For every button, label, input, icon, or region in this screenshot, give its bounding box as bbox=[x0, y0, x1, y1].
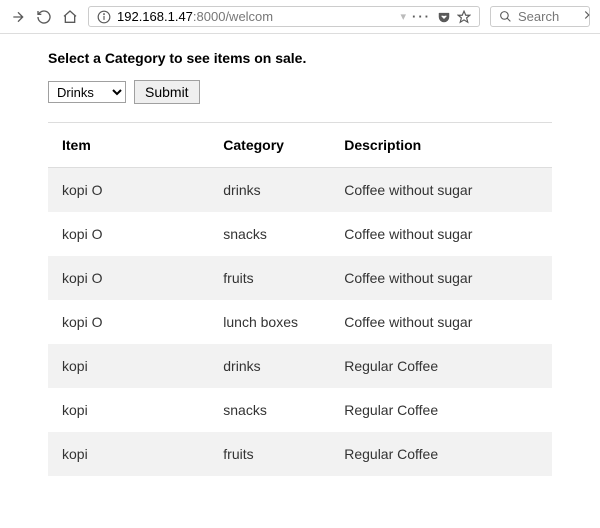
cell-category: drinks bbox=[209, 344, 330, 388]
table-header-row: Item Category Description bbox=[48, 123, 552, 168]
table-row: kopi fruits Regular Coffee bbox=[48, 432, 552, 476]
url-bar[interactable]: 192.168.1.47:8000/welcom ▾ ··· bbox=[88, 6, 480, 27]
table-row: kopi O snacks Coffee without sugar bbox=[48, 212, 552, 256]
cell-category: lunch boxes bbox=[209, 300, 330, 344]
url-ip: 192.168.1.47 bbox=[117, 9, 193, 24]
cell-description: Regular Coffee bbox=[330, 344, 552, 388]
table-row: kopi O fruits Coffee without sugar bbox=[48, 256, 552, 300]
category-select[interactable]: Drinks bbox=[48, 81, 126, 103]
cell-item: kopi bbox=[48, 388, 209, 432]
search-placeholder: Search bbox=[518, 9, 559, 24]
cell-item: kopi O bbox=[48, 256, 209, 300]
url-rest: :8000/welcom bbox=[193, 9, 273, 24]
table-row: kopi drinks Regular Coffee bbox=[48, 344, 552, 388]
cell-item: kopi bbox=[48, 344, 209, 388]
cell-description: Coffee without sugar bbox=[330, 300, 552, 344]
col-header-item: Item bbox=[48, 123, 209, 168]
col-header-category: Category bbox=[209, 123, 330, 168]
cell-description: Regular Coffee bbox=[330, 388, 552, 432]
page-heading: Select a Category to see items on sale. bbox=[48, 50, 552, 66]
cell-item: kopi O bbox=[48, 168, 209, 213]
browser-toolbar: 192.168.1.47:8000/welcom ▾ ··· Search bbox=[0, 0, 600, 34]
cell-category: fruits bbox=[209, 432, 330, 476]
chevron-down-icon[interactable]: ▾ bbox=[400, 10, 406, 23]
cell-category: snacks bbox=[209, 212, 330, 256]
cell-description: Regular Coffee bbox=[330, 432, 552, 476]
cell-category: snacks bbox=[209, 388, 330, 432]
table-row: kopi snacks Regular Coffee bbox=[48, 388, 552, 432]
table-body: kopi O drinks Coffee without sugar kopi … bbox=[48, 168, 552, 477]
bookmark-star-icon[interactable] bbox=[457, 10, 471, 24]
search-icon bbox=[499, 10, 512, 23]
col-header-description: Description bbox=[330, 123, 552, 168]
cell-category: drinks bbox=[209, 168, 330, 213]
search-box[interactable]: Search bbox=[490, 6, 590, 27]
table-row: kopi O drinks Coffee without sugar bbox=[48, 168, 552, 213]
info-icon bbox=[97, 10, 111, 24]
submit-button[interactable]: Submit bbox=[134, 80, 200, 104]
overflow-chevron-icon[interactable] bbox=[580, 8, 594, 25]
cell-item: kopi O bbox=[48, 212, 209, 256]
cell-item: kopi O bbox=[48, 300, 209, 344]
cell-item: kopi bbox=[48, 432, 209, 476]
items-table: Item Category Description kopi O drinks … bbox=[48, 122, 552, 476]
pocket-icon[interactable] bbox=[437, 10, 451, 24]
forward-icon[interactable] bbox=[10, 9, 26, 25]
controls-row: Drinks Submit bbox=[48, 80, 552, 104]
cell-description: Coffee without sugar bbox=[330, 256, 552, 300]
url-text: 192.168.1.47:8000/welcom bbox=[117, 9, 394, 24]
cell-description: Coffee without sugar bbox=[330, 168, 552, 213]
table-row: kopi O lunch boxes Coffee without sugar bbox=[48, 300, 552, 344]
cell-category: fruits bbox=[209, 256, 330, 300]
reload-icon[interactable] bbox=[36, 9, 52, 25]
home-icon[interactable] bbox=[62, 9, 78, 25]
cell-description: Coffee without sugar bbox=[330, 212, 552, 256]
more-icon[interactable]: ··· bbox=[412, 9, 431, 24]
page-content: Select a Category to see items on sale. … bbox=[0, 34, 600, 500]
